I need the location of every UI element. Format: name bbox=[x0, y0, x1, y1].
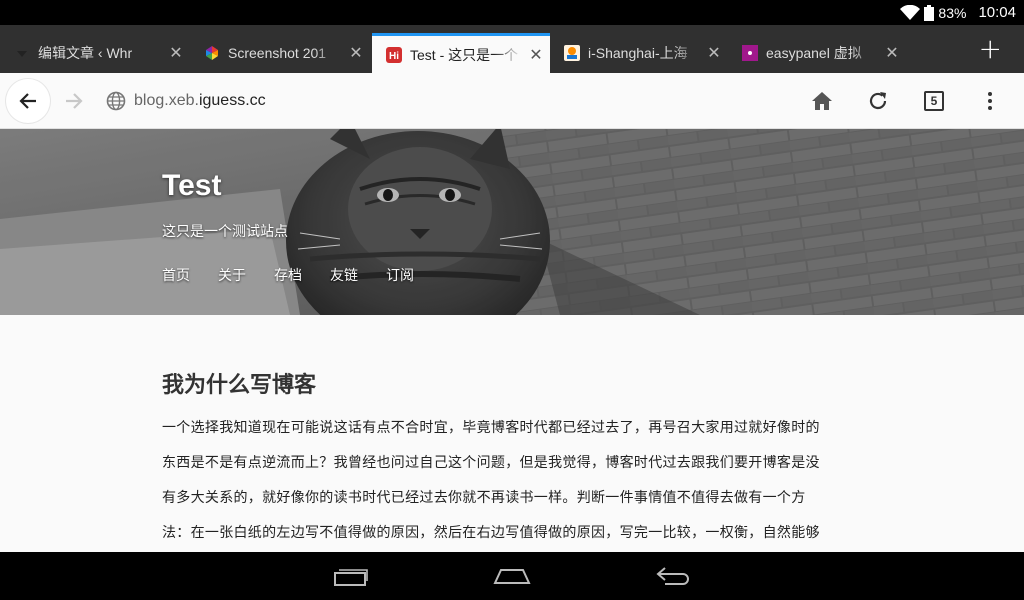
more-vert-icon bbox=[988, 92, 992, 110]
hi-favicon-text: Hi bbox=[389, 51, 399, 62]
nav-archive[interactable]: 存档 bbox=[274, 265, 302, 285]
forward-button[interactable] bbox=[54, 81, 94, 121]
site-description: 这只是一个测试站点 bbox=[162, 224, 288, 240]
post-line-4: 法：在一张白纸的左边写不值得做的原因，然后在右边写值得做的原因，写完一比较，一权… bbox=[162, 525, 820, 541]
recents-button[interactable] bbox=[327, 562, 375, 590]
tab-title: 编辑文章 ‹ Whr bbox=[38, 45, 133, 61]
arrow-back-icon bbox=[19, 93, 36, 109]
tab-title: Test - 这只是一个 bbox=[410, 46, 519, 63]
post-title[interactable]: 我为什么写博客 bbox=[162, 367, 862, 399]
battery-level: 83% bbox=[938, 4, 967, 21]
post-line-2: 东西是不是有点逆流而上？我曾经也问过自己这个问题，但是我觉得，博客时代过去跟我们… bbox=[162, 455, 820, 471]
back-nav-icon bbox=[656, 567, 689, 585]
tab-title: easypanel 虚拟 bbox=[766, 45, 862, 61]
clock: 10:04 bbox=[978, 4, 1016, 21]
url-host: blog.xeb. bbox=[134, 92, 199, 109]
tab-count: 5 bbox=[924, 91, 944, 111]
battery-icon bbox=[924, 4, 935, 21]
system-nav-bar bbox=[0, 552, 1024, 600]
reload-button[interactable] bbox=[858, 81, 898, 121]
tab-switcher-button[interactable]: 5 bbox=[914, 81, 954, 121]
tab-easypanel[interactable]: easypanel 虚拟 ✕ bbox=[728, 33, 906, 73]
site-title[interactable]: Test bbox=[162, 169, 221, 203]
new-tab-button[interactable]: + bbox=[979, 35, 1002, 63]
tab-test-active[interactable]: Hi Test - 这只是一个 ✕ bbox=[372, 33, 550, 73]
site-nav: 首页 关于 存档 友链 订阅 bbox=[162, 265, 414, 285]
globe-icon bbox=[106, 91, 126, 111]
arrow-forward-icon bbox=[66, 93, 83, 109]
nav-home[interactable]: 首页 bbox=[162, 265, 190, 285]
browser-toolbar: blog.xeb. iguess.cc 5 bbox=[0, 73, 1024, 129]
ishanghai-favicon-icon bbox=[564, 45, 580, 61]
site-header: Test 这只是一个测试站点 首页 关于 存档 友链 订阅 bbox=[0, 129, 1024, 315]
home-nav-button[interactable] bbox=[488, 562, 536, 590]
home-button[interactable] bbox=[802, 81, 842, 121]
easypanel-favicon-icon bbox=[742, 45, 758, 61]
post-article: 我为什么写博客 一个选择我知道现在可能说这话有点不合时宜，毕竟博客时代都已经过去… bbox=[162, 367, 862, 551]
url-domain: iguess.cc bbox=[198, 92, 266, 109]
tab-close-button[interactable]: ✕ bbox=[878, 43, 906, 63]
tab-screenshot[interactable]: Screenshot 201 ✕ bbox=[190, 33, 370, 73]
tab-title: i-Shanghai-上海 bbox=[588, 45, 688, 61]
tab-close-button[interactable]: ✕ bbox=[522, 45, 550, 65]
wordpress-icon bbox=[14, 45, 30, 61]
nav-about[interactable]: 关于 bbox=[218, 265, 246, 285]
home-nav-icon bbox=[493, 569, 531, 584]
tab-close-button[interactable]: ✕ bbox=[162, 43, 190, 63]
post-line-1: 一个选择我知道现在可能说这话有点不合时宜，毕竟博客时代都已经过去了，再号召大家用… bbox=[162, 420, 820, 436]
nav-links[interactable]: 友链 bbox=[330, 265, 358, 285]
overflow-menu-button[interactable] bbox=[970, 81, 1010, 121]
post-line-3: 有多大关系的，就好像你的读书时代已经过去你就不再读书一样。判断一件事情值不值得去… bbox=[162, 490, 806, 506]
url-bar[interactable]: blog.xeb. iguess.cc bbox=[106, 87, 266, 115]
home-icon bbox=[812, 92, 832, 110]
back-button[interactable] bbox=[6, 79, 50, 123]
hi-favicon-icon: Hi bbox=[386, 46, 402, 63]
web-page: Test 这只是一个测试站点 首页 关于 存档 友链 订阅 我为什么写博客 一个… bbox=[0, 129, 1024, 552]
nav-subscribe[interactable]: 订阅 bbox=[386, 265, 414, 285]
back-nav-button[interactable] bbox=[650, 562, 698, 590]
recents-icon bbox=[334, 569, 368, 586]
tab-close-button[interactable]: ✕ bbox=[342, 43, 370, 63]
screenshot-favicon-icon bbox=[204, 45, 220, 61]
status-bar: 83% 10:04 bbox=[0, 0, 1024, 25]
tab-title: Screenshot 201 bbox=[228, 45, 327, 61]
wifi-icon bbox=[900, 4, 921, 21]
header-cat-photo bbox=[0, 129, 1024, 315]
tab-ishanghai[interactable]: i-Shanghai-上海 ✕ bbox=[550, 33, 728, 73]
tab-strip: 编辑文章 ‹ Whr ✕ Screenshot 201 ✕ Hi Test - … bbox=[0, 25, 1024, 73]
android-screen: 83% 10:04 编辑文章 ‹ Whr ✕ Screenshot 201 ✕ bbox=[0, 0, 1024, 600]
tab-edit-post[interactable]: 编辑文章 ‹ Whr ✕ bbox=[0, 33, 190, 73]
tab-close-button[interactable]: ✕ bbox=[700, 43, 728, 63]
reload-icon bbox=[869, 92, 887, 110]
